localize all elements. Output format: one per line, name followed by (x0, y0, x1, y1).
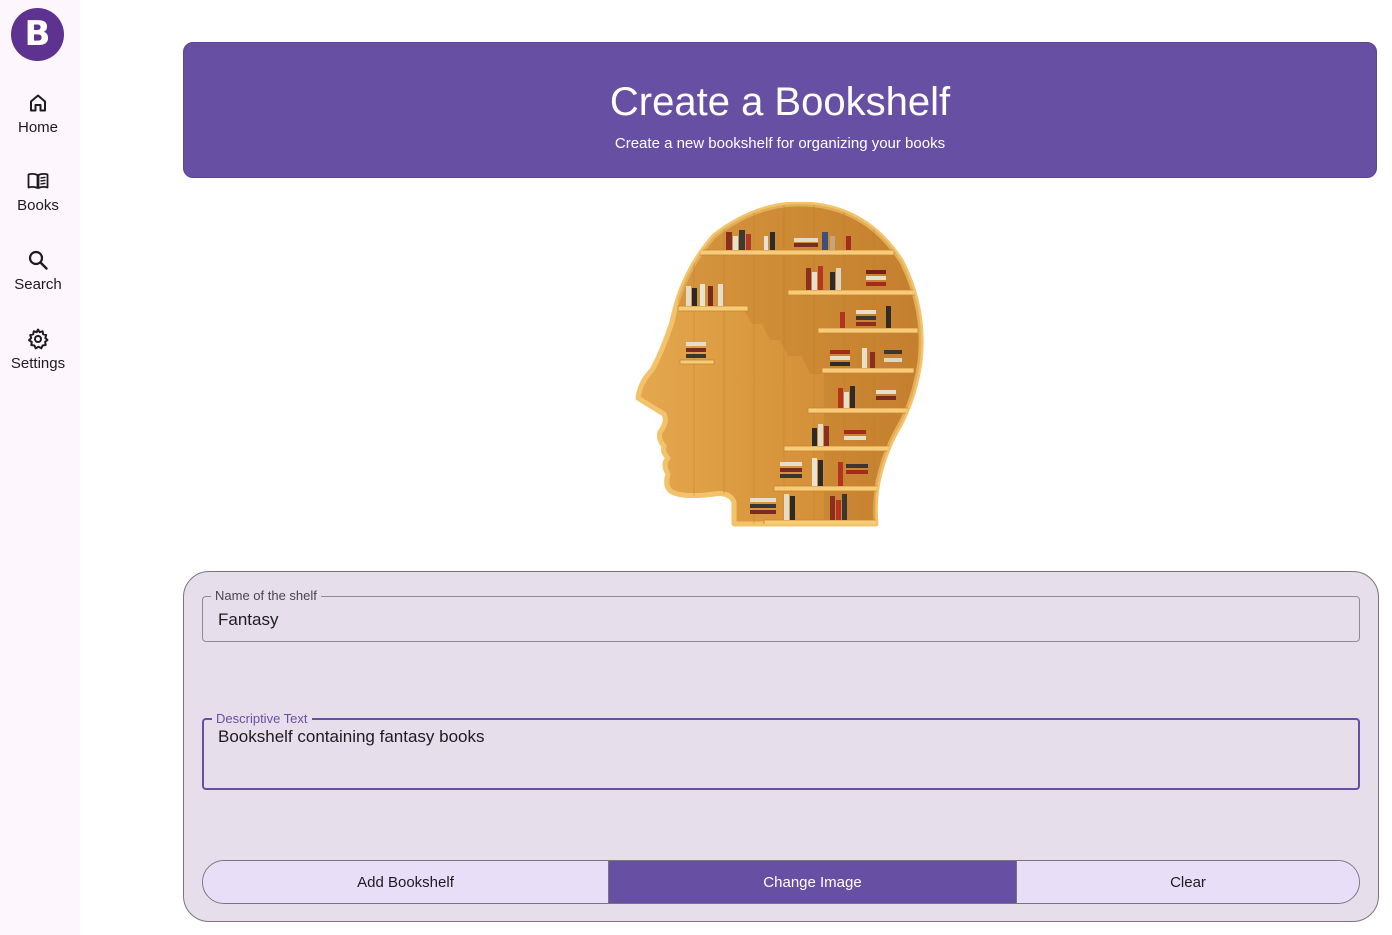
shelf-name-label: Name of the shelf (215, 588, 317, 603)
page-subtitle: Create a new bookshelf for organizing yo… (614, 135, 946, 152)
page-header: Create a Bookshelf Create a new bookshel… (183, 42, 1377, 178)
shelf-name-input[interactable] (218, 610, 1344, 630)
bookshelf-form: Name of the shelf Descriptive Text Books… (183, 571, 1379, 922)
nav-item-settings[interactable]: Settings (0, 327, 76, 387)
description-input[interactable]: Bookshelf containing fantasy books (218, 727, 1344, 777)
gear-icon (28, 328, 49, 350)
nav-item-label: Settings (10, 355, 66, 372)
nav-item-label: Home (17, 119, 58, 136)
nav-item-home[interactable]: Home (0, 91, 76, 151)
home-icon (30, 94, 46, 112)
nav-item-label: Books (17, 197, 59, 214)
description-label: Descriptive Text (216, 711, 308, 726)
nav-item-label: Search (14, 276, 62, 293)
description-field[interactable]: Descriptive Text Bookshelf containing fa… (202, 712, 1360, 790)
app-logo[interactable]: B (11, 8, 64, 61)
shelf-name-field[interactable]: Name of the shelf (202, 589, 1360, 642)
book-icon (27, 172, 49, 189)
page-title: Create a Bookshelf (609, 80, 951, 124)
add-bookshelf-button[interactable]: Add Bookshelf (203, 861, 608, 903)
clear-button[interactable]: Clear (1016, 861, 1359, 903)
navigation-rail: B Home Books Search Settings (0, 0, 80, 935)
nav-item-search[interactable]: Search (0, 248, 76, 308)
head-bookshelf-illustration (635, 202, 924, 527)
nav-item-books[interactable]: Books (0, 169, 76, 229)
form-action-buttons: Add Bookshelf Change Image Clear (202, 860, 1360, 904)
search-icon (28, 250, 48, 270)
change-image-button[interactable]: Change Image (608, 861, 1016, 903)
